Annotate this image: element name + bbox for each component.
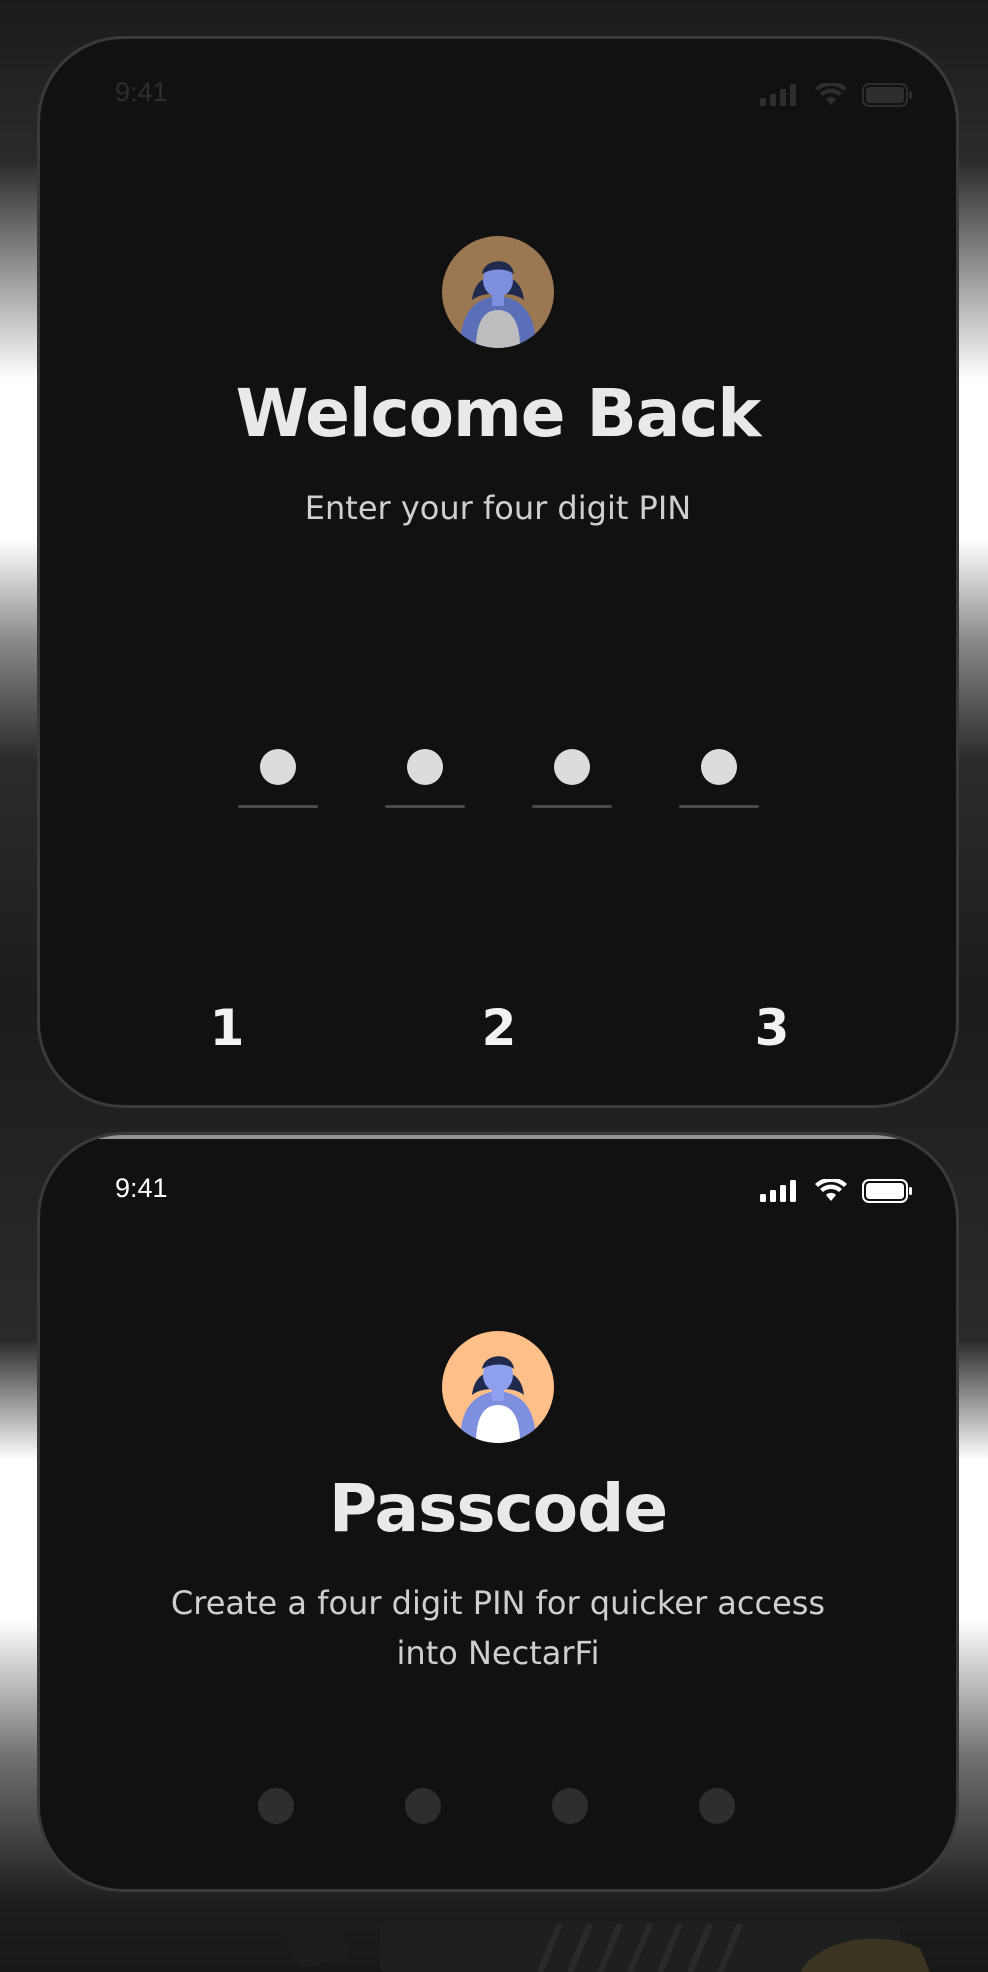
avatar-illustration [442, 236, 554, 348]
keypad-key-2[interactable]: 2 [439, 999, 559, 1057]
pin-slot[interactable] [679, 749, 759, 808]
status-bar: 9:41 [40, 1173, 956, 1213]
wifi-icon [815, 1179, 847, 1201]
page-subtitle: Enter your four digit PIN [304, 489, 692, 527]
welcome-back-screen: 9:41 Welcome Back Enter your four digit … [37, 36, 959, 1108]
page-title: Passcode [328, 1470, 668, 1547]
pin-dot [405, 1788, 441, 1824]
avatar-illustration [442, 1331, 554, 1443]
pin-slot[interactable] [385, 749, 465, 808]
page-title: Welcome Back [235, 375, 762, 452]
status-bar: 9:41 [40, 77, 956, 117]
pin-dot [699, 1788, 735, 1824]
signal-icon [760, 84, 796, 106]
pin-underline [679, 805, 759, 808]
pin-dot [554, 749, 590, 785]
signal-icon [760, 1180, 796, 1202]
pin-underline [532, 805, 612, 808]
wifi-icon [815, 83, 847, 105]
pin-dot [701, 749, 737, 785]
battery-icon [862, 1179, 912, 1203]
status-time: 9:41 [115, 1173, 168, 1203]
battery-icon [862, 83, 912, 107]
passcode-screen: 9:41 Passcode Create a four digit PIN fo… [37, 1132, 959, 1892]
keypad-key-1[interactable]: 1 [167, 999, 287, 1057]
keypad-key-3[interactable]: 3 [712, 999, 832, 1057]
pin-dot [552, 1788, 588, 1824]
page-subtitle: Create a four digit PIN for quicker acce… [170, 1584, 826, 1672]
user-avatar [442, 1331, 554, 1443]
pin-underline [385, 805, 465, 808]
status-time: 9:41 [115, 77, 168, 107]
pin-underline [238, 805, 318, 808]
pin-slot[interactable] [238, 749, 318, 808]
user-avatar [442, 236, 554, 348]
next-screen-peek [280, 1922, 930, 1972]
pin-slot[interactable] [532, 749, 612, 808]
pin-dot [260, 749, 296, 785]
pin-dot [258, 1788, 294, 1824]
pin-dot [407, 749, 443, 785]
